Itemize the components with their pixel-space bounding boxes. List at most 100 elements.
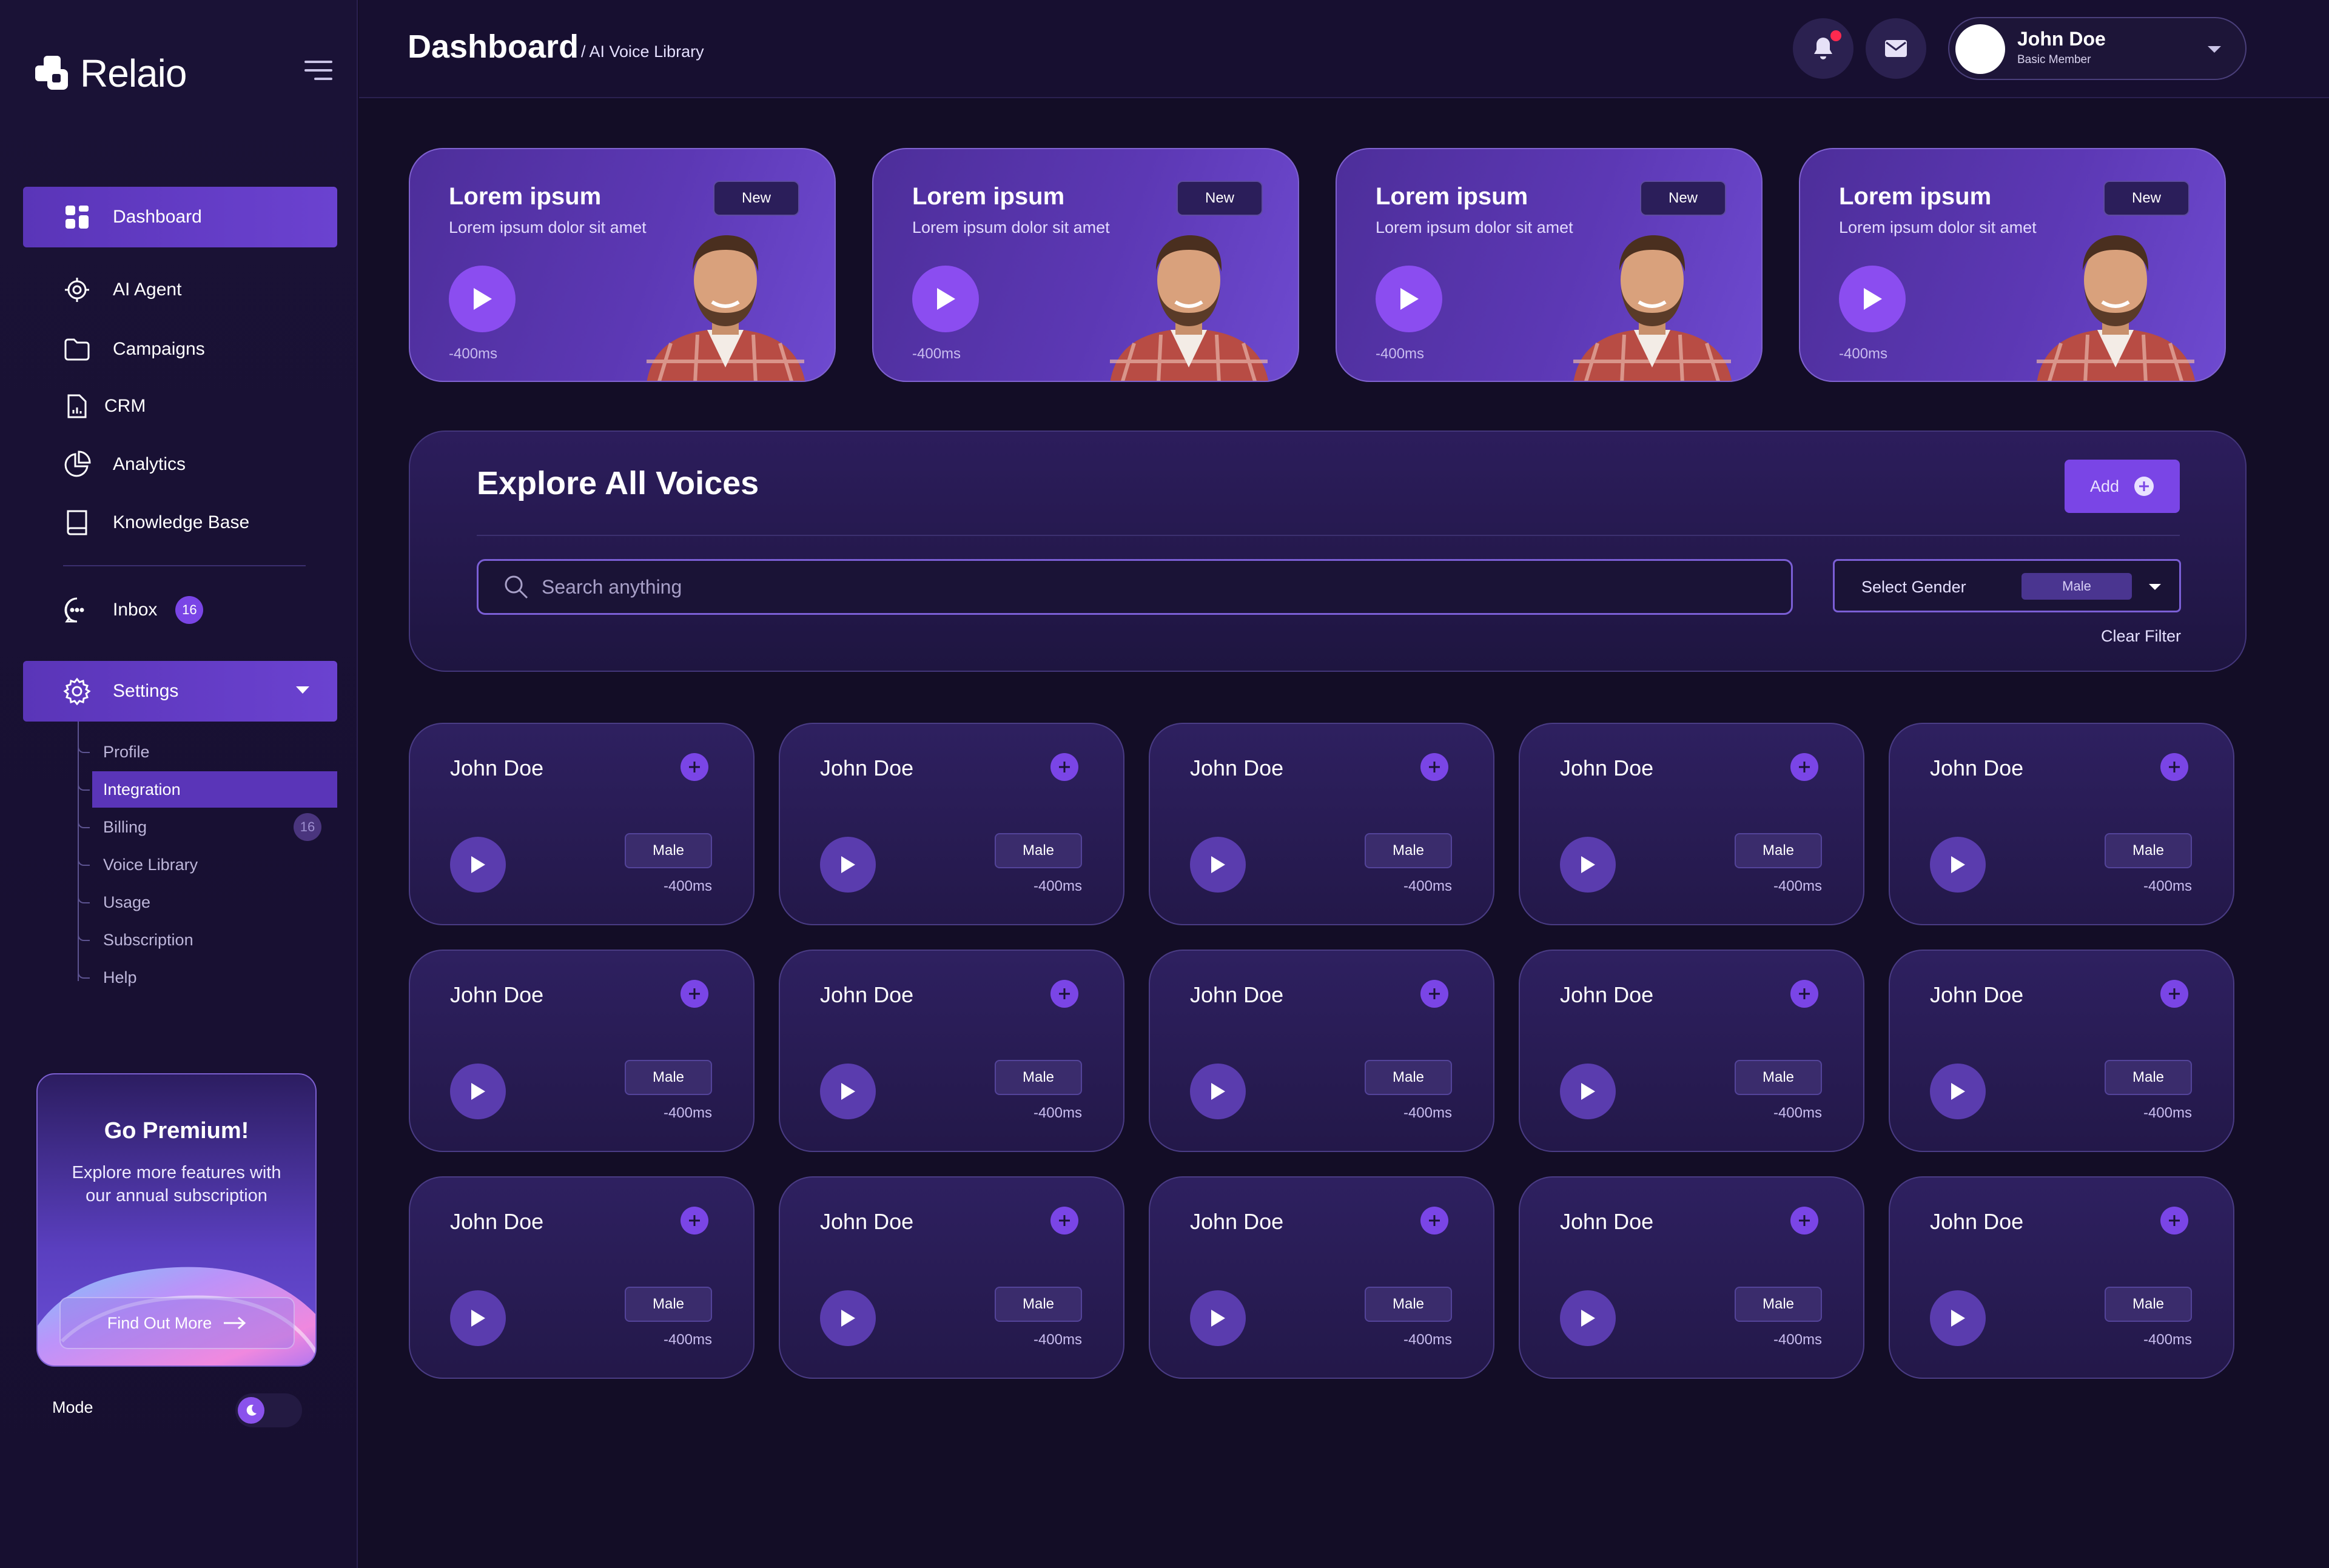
duration-label: -400ms bbox=[1376, 346, 1425, 362]
play-icon bbox=[1211, 1083, 1225, 1100]
sidebar-item-analytics[interactable]: Analytics bbox=[23, 434, 337, 495]
voice-card[interactable]: John Doe Male -400ms bbox=[1889, 950, 2234, 1152]
user-menu[interactable]: John Doe Basic Member bbox=[1948, 17, 2247, 80]
voice-card[interactable]: John Doe Male -400ms bbox=[1519, 723, 1864, 925]
sidebar-item-ai-agent[interactable]: AI Agent bbox=[23, 260, 337, 320]
play-button[interactable] bbox=[820, 837, 876, 893]
add-voice-icon-button[interactable] bbox=[2160, 753, 2188, 781]
play-button[interactable] bbox=[1190, 837, 1246, 893]
voice-card[interactable]: John Doe Male -400ms bbox=[1889, 723, 2234, 925]
voice-avatar-portrait bbox=[1110, 235, 1269, 381]
duration-label: -400ms bbox=[663, 1332, 712, 1348]
voice-card[interactable]: John Doe Male -400ms bbox=[409, 950, 754, 1152]
duration-label: -400ms bbox=[1033, 878, 1082, 894]
play-button[interactable] bbox=[1376, 266, 1442, 332]
billing-count-badge: 16 bbox=[294, 813, 321, 841]
add-voice-icon-button[interactable] bbox=[2160, 1207, 2188, 1235]
sidebar-subitem-help[interactable]: Help bbox=[78, 959, 337, 996]
voice-card[interactable]: John Doe Male -400ms bbox=[1889, 1176, 2234, 1379]
sidebar-subitem-subscription[interactable]: Subscription bbox=[78, 922, 337, 958]
play-button[interactable] bbox=[912, 266, 979, 332]
featured-card[interactable]: Lorem ipsum Lorem ipsum dolor sit amet N… bbox=[1799, 148, 2226, 382]
add-voice-icon-button[interactable] bbox=[1050, 1207, 1078, 1235]
add-voice-icon-button[interactable] bbox=[1420, 753, 1448, 781]
voice-card[interactable]: John Doe Male -400ms bbox=[409, 723, 754, 925]
explore-voices-panel: Explore All Voices Add Select Gender Mal… bbox=[409, 431, 2247, 672]
play-button[interactable] bbox=[1930, 837, 1986, 893]
voice-card[interactable]: John Doe Male -400ms bbox=[779, 950, 1124, 1152]
sidebar-item-knowledge-base[interactable]: Knowledge Base bbox=[23, 492, 337, 553]
clear-filter-link[interactable]: Clear Filter bbox=[2101, 627, 2181, 646]
featured-card[interactable]: Lorem ipsum Lorem ipsum dolor sit amet N… bbox=[1336, 148, 1763, 382]
dark-mode-toggle[interactable] bbox=[235, 1393, 302, 1427]
featured-card[interactable]: Lorem ipsum Lorem ipsum dolor sit amet N… bbox=[872, 148, 1299, 382]
play-button[interactable] bbox=[450, 837, 506, 893]
play-button[interactable] bbox=[1560, 1290, 1616, 1346]
duration-label: -400ms bbox=[912, 346, 961, 362]
voice-card[interactable]: John Doe Male -400ms bbox=[1149, 950, 1494, 1152]
play-button[interactable] bbox=[450, 1290, 506, 1346]
add-voice-icon-button[interactable] bbox=[1050, 980, 1078, 1008]
voice-name: John Doe bbox=[450, 1209, 544, 1234]
add-voice-icon-button[interactable] bbox=[1790, 980, 1818, 1008]
app-logo[interactable]: Relaio bbox=[34, 51, 187, 96]
voice-card[interactable]: John Doe Male -400ms bbox=[1519, 950, 1864, 1152]
sidebar-subitem-usage[interactable]: Usage bbox=[78, 884, 337, 920]
play-button[interactable] bbox=[1839, 266, 1906, 332]
play-button[interactable] bbox=[1190, 1064, 1246, 1119]
voice-card[interactable]: John Doe Male -400ms bbox=[779, 723, 1124, 925]
play-button[interactable] bbox=[820, 1064, 876, 1119]
add-voice-icon-button[interactable] bbox=[681, 1207, 708, 1235]
sidebar-item-inbox[interactable]: Inbox 16 bbox=[23, 580, 337, 640]
add-voice-icon-button[interactable] bbox=[1790, 753, 1818, 781]
play-button[interactable] bbox=[1560, 1064, 1616, 1119]
add-voice-icon-button[interactable] bbox=[1420, 980, 1448, 1008]
sidebar-subitem-profile[interactable]: Profile bbox=[78, 734, 337, 770]
play-button[interactable] bbox=[1930, 1064, 1986, 1119]
sidebar-item-campaigns[interactable]: Campaigns bbox=[23, 319, 337, 380]
messages-button[interactable] bbox=[1866, 18, 1926, 79]
explore-title: Explore All Voices bbox=[477, 465, 759, 501]
add-voice-icon-button[interactable] bbox=[2160, 980, 2188, 1008]
add-voice-icon-button[interactable] bbox=[1790, 1207, 1818, 1235]
premium-promo-card: Go Premium! Explore more features with o… bbox=[36, 1073, 317, 1367]
play-button[interactable] bbox=[1560, 837, 1616, 893]
moon-icon bbox=[238, 1397, 264, 1424]
voice-card[interactable]: John Doe Male -400ms bbox=[779, 1176, 1124, 1379]
voice-name: John Doe bbox=[1560, 1209, 1654, 1234]
play-button[interactable] bbox=[450, 1064, 506, 1119]
play-icon bbox=[1400, 288, 1419, 310]
gender-select[interactable]: Select Gender Male bbox=[1833, 559, 2181, 612]
search-input[interactable] bbox=[542, 575, 1755, 598]
sidebar-subitem-billing[interactable]: Billing 16 bbox=[78, 809, 337, 845]
add-voice-button[interactable]: Add bbox=[2065, 460, 2180, 513]
subitem-label: Usage bbox=[103, 893, 151, 911]
menu-toggle-icon[interactable] bbox=[304, 61, 332, 80]
voice-card[interactable]: John Doe Male -400ms bbox=[1149, 1176, 1494, 1379]
voice-name: John Doe bbox=[1560, 982, 1654, 1007]
notifications-button[interactable] bbox=[1793, 18, 1853, 79]
add-voice-icon-button[interactable] bbox=[681, 753, 708, 781]
explore-divider bbox=[477, 535, 2180, 536]
voice-card[interactable]: John Doe Male -400ms bbox=[409, 1176, 754, 1379]
play-button[interactable] bbox=[820, 1290, 876, 1346]
plus-icon bbox=[1059, 988, 1070, 999]
add-voice-icon-button[interactable] bbox=[1050, 753, 1078, 781]
sidebar-item-crm[interactable]: CRM bbox=[23, 376, 337, 437]
voice-card[interactable]: John Doe Male -400ms bbox=[1519, 1176, 1864, 1379]
sidebar-item-dashboard[interactable]: Dashboard bbox=[23, 187, 337, 247]
sidebar-subitem-integration[interactable]: Integration bbox=[78, 771, 337, 808]
sidebar-item-settings[interactable]: Settings bbox=[23, 661, 337, 722]
search-box[interactable] bbox=[477, 559, 1793, 615]
add-voice-icon-button[interactable] bbox=[681, 980, 708, 1008]
find-out-more-button[interactable]: Find Out More bbox=[59, 1297, 295, 1349]
voice-card[interactable]: John Doe Male -400ms bbox=[1149, 723, 1494, 925]
play-button[interactable] bbox=[1930, 1290, 1986, 1346]
play-icon bbox=[1951, 1310, 1965, 1327]
play-button[interactable] bbox=[449, 266, 516, 332]
add-voice-icon-button[interactable] bbox=[1420, 1207, 1448, 1235]
play-button[interactable] bbox=[1190, 1290, 1246, 1346]
breadcrumb[interactable]: / AI Voice Library bbox=[581, 42, 704, 61]
featured-card[interactable]: Lorem ipsum Lorem ipsum dolor sit amet N… bbox=[409, 148, 836, 382]
sidebar-subitem-voice-library[interactable]: Voice Library bbox=[78, 846, 337, 883]
